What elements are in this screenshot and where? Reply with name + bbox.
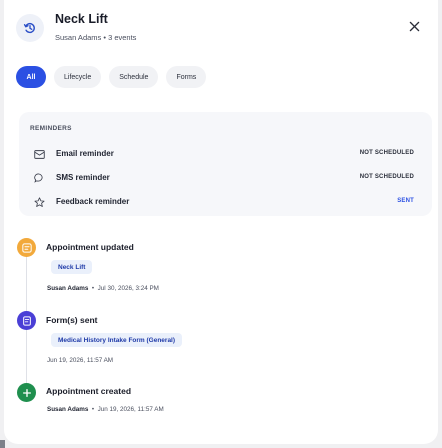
meta-separator: • (91, 406, 95, 413)
edit-icon (21, 242, 32, 253)
event-time: Jun 19, 2026, 11:57 AM (47, 357, 114, 364)
filter-tabs: All Lifecycle Schedule Forms (16, 66, 207, 88)
window-edge-marker (0, 440, 5, 448)
event-history-panel: Neck Lift Susan Adams • 3 events All Lif… (4, 0, 438, 444)
timeline-event-meta: Jun 19, 2026, 11:57 AM (47, 357, 113, 364)
reminder-row-email: Email reminder NOT SCHEDULED (19, 144, 432, 164)
close-icon (409, 21, 419, 31)
reminder-label: SMS reminder (56, 173, 110, 182)
reminder-label: Email reminder (56, 149, 114, 158)
close-button[interactable] (406, 18, 422, 34)
page-subtitle: Susan Adams • 3 events (55, 33, 137, 42)
filter-tab-lifecycle[interactable]: Lifecycle (54, 66, 102, 88)
event-author: Susan Adams (47, 285, 89, 292)
timeline-event-tag: Medical History Intake Form (General) (51, 333, 183, 347)
mail-icon (33, 148, 45, 160)
reminder-status: NOT SCHEDULED (359, 174, 414, 180)
reminder-label: Feedback reminder (56, 197, 130, 206)
event-time: Jul 30, 2026, 3:24 PM (97, 285, 159, 292)
timeline-event-title: Appointment created (46, 386, 132, 396)
reminders-heading: REMINDERS (30, 125, 72, 132)
reminder-status: SENT (397, 198, 414, 204)
event-time: Jun 19, 2026, 11:57 AM (97, 406, 164, 413)
page-title: Neck Lift (55, 12, 108, 26)
timeline-dot-updated (17, 238, 36, 257)
reminder-row-sms: SMS reminder NOT SCHEDULED (19, 168, 432, 188)
reminder-status: NOT SCHEDULED (359, 150, 414, 156)
timeline-event-title: Form(s) sent (46, 315, 98, 325)
filter-tab-forms[interactable]: Forms (166, 66, 207, 88)
chat-bubble-icon (33, 172, 45, 184)
history-icon (16, 14, 44, 42)
star-icon (33, 196, 45, 208)
filter-tab-schedule[interactable]: Schedule (109, 66, 159, 88)
panel-header: Neck Lift Susan Adams • 3 events (4, 0, 438, 60)
timeline-event-meta: Susan Adams • Jun 19, 2026, 11:57 AM (47, 406, 164, 413)
plus-icon (22, 388, 31, 397)
event-author: Susan Adams (47, 406, 89, 413)
reminder-row-feedback: Feedback reminder SENT (19, 192, 432, 212)
form-icon (22, 315, 31, 326)
timeline-event-title: Appointment updated (46, 242, 134, 252)
meta-separator: • (91, 285, 95, 292)
timeline-dot-created (17, 383, 36, 402)
timeline-event-tag: Neck Lift (51, 260, 93, 274)
timeline-dot-form-sent (17, 311, 36, 330)
timeline-event-meta: Susan Adams • Jul 30, 2026, 3:24 PM (47, 285, 159, 292)
filter-tab-all[interactable]: All (16, 66, 46, 88)
reminders-card: REMINDERS Email reminder NOT SCHEDULED S… (19, 112, 432, 216)
